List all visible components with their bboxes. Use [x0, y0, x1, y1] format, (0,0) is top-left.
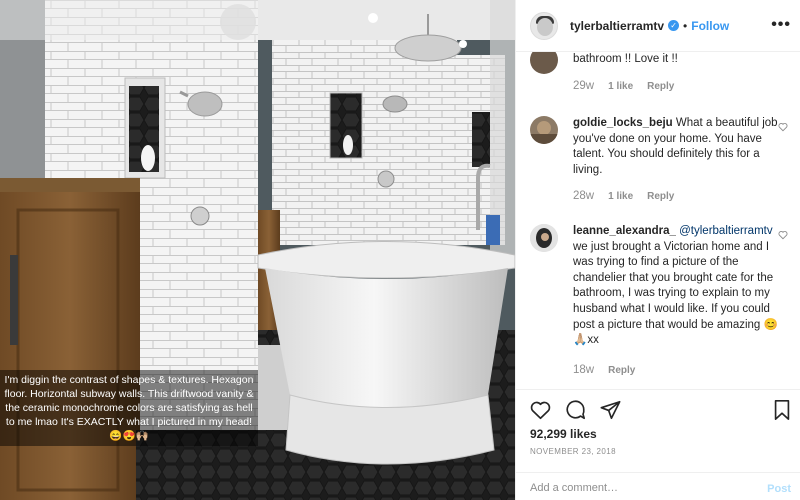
comment-body: bathroom !! Love it !!: [573, 53, 678, 65]
add-comment-bar: Post: [516, 472, 800, 500]
user-avatar[interactable]: [530, 11, 558, 40]
post-header: tylerbaltierramtv ✓ • Follow •••: [516, 0, 800, 52]
more-icon[interactable]: •••: [771, 16, 791, 34]
likes-count[interactable]: 92,299 likes: [530, 427, 597, 441]
comment-time[interactable]: 29w: [573, 80, 594, 92]
avatar-face: [537, 17, 553, 36]
post-photo[interactable]: I'm diggin the contrast of shapes & text…: [0, 0, 515, 500]
post-actions: [516, 389, 800, 431]
photo-caption: I'm diggin the contrast of shapes & text…: [0, 370, 258, 446]
comment-text: goldie_locks_beju What a beautiful job y…: [573, 116, 778, 178]
comment-text: leanne_alexandra_ @tylerbaltierramtv we …: [573, 224, 778, 349]
post-username[interactable]: tylerbaltierramtv: [570, 19, 664, 33]
comment-text: bathroom !! Love it !!: [573, 52, 778, 68]
comment-meta: 18w Reply: [573, 364, 635, 376]
comments-list[interactable]: bathroom !! Love it !! 29w 1 like Reply …: [516, 52, 800, 389]
comment-meta: 28w 1 like Reply: [573, 190, 674, 202]
comment-time[interactable]: 18w: [573, 364, 594, 376]
comment-avatar[interactable]: [530, 116, 558, 144]
comment-meta: 29w 1 like Reply: [573, 80, 674, 92]
comment-heart-icon[interactable]: [778, 230, 788, 240]
comment-heart-icon[interactable]: [778, 122, 788, 132]
avatar-photo: [530, 121, 558, 144]
bookmark-icon[interactable]: [772, 399, 792, 421]
reply-button[interactable]: Reply: [608, 365, 635, 376]
reply-button[interactable]: Reply: [647, 81, 674, 92]
heart-icon[interactable]: [529, 399, 552, 421]
comment-likes[interactable]: 1 like: [608, 81, 633, 92]
comment-icon[interactable]: [564, 399, 587, 421]
add-comment-input[interactable]: [530, 482, 730, 494]
avatar-photo: [530, 224, 558, 252]
comment-mention[interactable]: @tylerbaltierramtv: [679, 225, 772, 237]
follow-button[interactable]: Follow: [691, 19, 729, 33]
post-date[interactable]: NOVEMBER 23, 2018: [530, 447, 616, 456]
reply-button[interactable]: Reply: [647, 191, 674, 202]
post-side-panel: tylerbaltierramtv ✓ • Follow ••• bathroo…: [515, 0, 800, 500]
comment-likes[interactable]: 1 like: [608, 191, 633, 202]
right-photo: [257, 0, 515, 500]
comment-avatar[interactable]: [530, 52, 558, 74]
post-comment-button[interactable]: Post: [767, 483, 791, 495]
comment-item: goldie_locks_beju What a beautiful job y…: [530, 116, 792, 211]
comment-username[interactable]: goldie_locks_beju: [573, 117, 673, 129]
comment-item: leanne_alexandra_ @tylerbaltierramtv we …: [530, 224, 792, 384]
comment-time[interactable]: 28w: [573, 190, 594, 202]
comment-username[interactable]: leanne_alexandra_: [573, 225, 676, 237]
verified-icon: ✓: [668, 20, 680, 31]
header-separator: •: [683, 18, 688, 33]
comment-body: we just brought a Victorian home and I w…: [573, 240, 778, 347]
share-icon[interactable]: [599, 399, 622, 421]
comment-avatar[interactable]: [530, 224, 558, 252]
comment-item: bathroom !! Love it !! 29w 1 like Reply: [530, 52, 792, 96]
